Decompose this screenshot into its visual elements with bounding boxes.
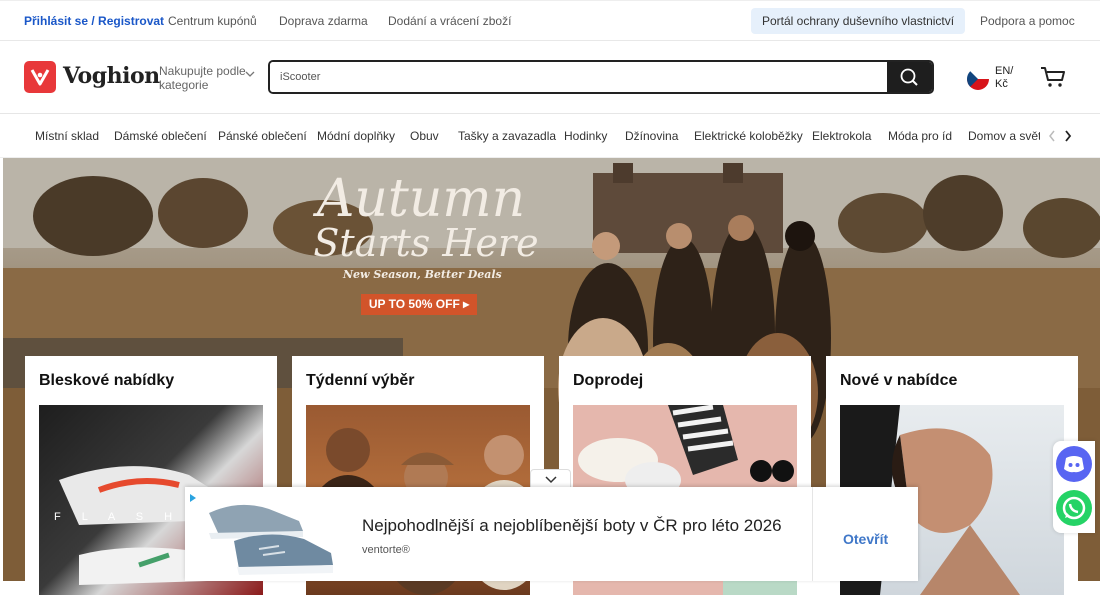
czech-flag-icon[interactable] — [967, 68, 989, 90]
voghion-logo-icon[interactable] — [24, 61, 56, 93]
category-denim[interactable]: Džínovina — [625, 129, 678, 143]
delivery-returns-link[interactable]: Dodání a vrácení zboží — [388, 14, 511, 28]
language-label: EN/ — [995, 65, 1014, 77]
ad-banner[interactable]: Nejpohodlnější a nejoblíbenější boty v Č… — [185, 487, 918, 581]
ad-brand: ventorte® — [362, 544, 410, 556]
category-local-warehouse[interactable]: Místní sklad — [35, 129, 99, 143]
ad-title[interactable]: Nejpohodlnější a nejoblíbenější boty v Č… — [362, 516, 782, 536]
chevron-down-icon[interactable] — [245, 71, 255, 78]
category-fashion[interactable]: Móda pro íd — [888, 129, 952, 143]
category-watches[interactable]: Hodinky — [564, 129, 607, 143]
free-shipping-link[interactable]: Doprava zdarma — [279, 14, 368, 28]
whatsapp-icon[interactable] — [1055, 489, 1093, 527]
shop-by-category-menu[interactable]: Nakupujte podle kategorie — [159, 64, 249, 92]
category-home-light[interactable]: Domov a světlo — [968, 129, 1051, 143]
ad-shoe-image — [209, 504, 333, 575]
ad-divider — [812, 487, 813, 581]
card-title: Doprodej — [573, 372, 644, 389]
banner-title-line1: Autumn — [316, 169, 526, 229]
language-currency-selector[interactable]: EN/ Kč — [995, 65, 1013, 91]
top-bar: Přihlásit se / Registrovat Centrum kupón… — [0, 0, 1100, 41]
banner-subtitle: New Season, Better Deals — [343, 268, 502, 281]
card-title: Bleskové nabídky — [39, 372, 175, 389]
chevron-left-icon[interactable] — [1048, 130, 1056, 142]
banner-cta-button[interactable]: UP TO 50% OFF ▸ — [361, 294, 477, 315]
category-e-scooters[interactable]: Elektrické koloběžky — [694, 129, 803, 143]
search-button[interactable] — [887, 62, 932, 92]
banner-title: Autumn Starts Here — [271, 169, 571, 265]
cart-icon[interactable] — [1040, 66, 1066, 88]
category-accessories[interactable]: Módní doplňky — [317, 129, 395, 143]
card-title: Nové v nabídce — [840, 372, 958, 389]
main-header: Voghion Nakupujte podle kategorie EN/ Kč — [0, 41, 1100, 114]
login-register-link[interactable]: Přihlásit se / Registrovat — [24, 14, 164, 28]
search-bar — [268, 60, 934, 94]
category-scroll-controls — [1040, 114, 1100, 157]
category-shoes[interactable]: Obuv — [410, 129, 439, 143]
category-mens-clothing[interactable]: Pánské oblečení — [218, 129, 307, 143]
social-float-panel — [1053, 441, 1095, 533]
ip-portal-button[interactable]: Portál ochrany duševního vlastnictví — [751, 8, 966, 34]
category-nav: Místní sklad Dámské oblečení Pánské oble… — [0, 114, 1100, 158]
discord-icon[interactable] — [1055, 445, 1093, 483]
ad-open-button[interactable]: Otevřít — [843, 531, 888, 547]
search-input[interactable] — [270, 62, 890, 92]
currency-label: Kč — [995, 78, 1008, 90]
category-e-bikes[interactable]: Elektrokola — [812, 129, 871, 143]
banner-title-line2: Starts Here — [313, 221, 539, 265]
category-womens-clothing[interactable]: Dámské oblečení — [114, 129, 207, 143]
ad-choices-icon[interactable] — [189, 493, 197, 503]
support-link[interactable]: Podpora a pomoc — [980, 14, 1075, 28]
category-bags[interactable]: Tašky a zavazadla — [458, 129, 556, 143]
chevron-right-icon[interactable] — [1064, 130, 1072, 142]
coupon-center-link[interactable]: Centrum kupónů — [168, 14, 257, 28]
search-icon — [900, 68, 918, 86]
ad-collapse-toggle[interactable] — [530, 469, 571, 489]
logo-text[interactable]: Voghion — [63, 63, 160, 89]
card-title: Týdenní výběr — [306, 372, 415, 389]
